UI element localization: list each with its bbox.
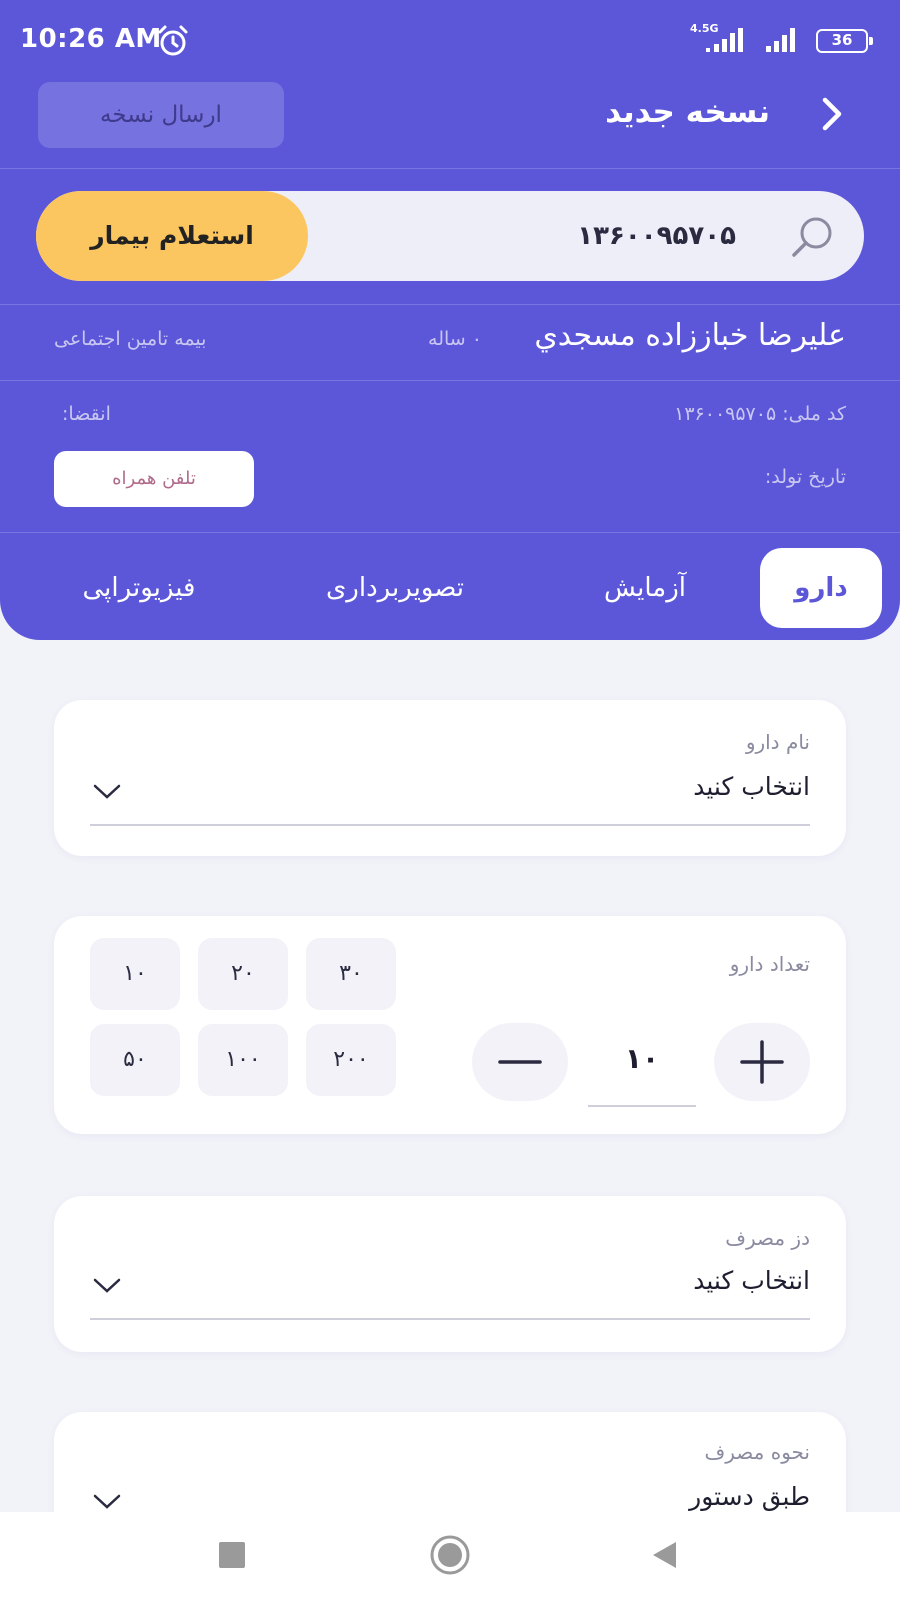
search-icon: [792, 217, 832, 257]
battery-level: 36: [831, 31, 853, 49]
chevron-down-icon[interactable]: [92, 782, 122, 802]
patient-name: عليرضا خباززاده مسجدي: [534, 318, 846, 353]
decrease-quantity-button[interactable]: [472, 1023, 568, 1101]
search-input[interactable]: ۱۳۶۰۰۹۵۷۰۵: [577, 191, 736, 281]
signal-strength-icon: [706, 28, 743, 52]
send-prescription-button[interactable]: ارسال نسخه: [38, 82, 284, 148]
chevron-down-icon[interactable]: [92, 1492, 122, 1512]
mobile-phone-button[interactable]: تلفن همراه: [54, 451, 254, 507]
signal-strength-icon-2: [766, 28, 795, 52]
usage-select[interactable]: طبق دستور: [689, 1482, 810, 1511]
status-time: 10:26 AM: [20, 24, 162, 54]
alarm-icon: [158, 25, 188, 56]
drug-name-label: نام دارو: [745, 730, 810, 754]
quantity-preset-20[interactable]: ۲۰: [198, 938, 288, 1010]
insurance-expiry: انقضا:: [62, 403, 111, 425]
usage-label: نحوه مصرف: [704, 1440, 810, 1464]
plus-icon: [740, 1040, 784, 1084]
patient-age: ۰ ساله: [428, 328, 482, 350]
quantity-preset-200[interactable]: ۲۰۰: [306, 1024, 396, 1096]
increase-quantity-button[interactable]: [714, 1023, 810, 1101]
nav-back-button[interactable]: [650, 1540, 678, 1570]
tab-lab[interactable]: آزمایش: [570, 548, 720, 628]
battery-icon: 36: [816, 29, 873, 53]
quantity-underline: [588, 1105, 696, 1107]
tab-drug[interactable]: دارو: [760, 548, 882, 628]
system-navigation-bar: [0, 1512, 900, 1600]
drug-name-select[interactable]: انتخاب کنید: [693, 772, 810, 801]
tab-imaging[interactable]: تصویربرداری: [300, 548, 490, 628]
field-underline: [90, 824, 810, 826]
drug-quantity-card: تعداد دارو ۱۰ ۲۰ ۳۰ ۵۰ ۱۰۰ ۲۰۰ ۱۰: [54, 916, 846, 1134]
patient-insurance: بیمه تامین اجتماعی: [54, 328, 207, 350]
quantity-value[interactable]: ۱۰: [588, 1042, 696, 1075]
quantity-preset-100[interactable]: ۱۰۰: [198, 1024, 288, 1096]
minus-icon: [498, 1060, 542, 1064]
drug-quantity-label: تعداد دارو: [729, 952, 810, 976]
drug-name-card: نام دارو انتخاب کنید: [54, 700, 846, 856]
chevron-down-icon[interactable]: [92, 1276, 122, 1296]
recent-apps-button[interactable]: [219, 1542, 245, 1568]
dose-label: دز مصرف: [725, 1226, 810, 1250]
divider: [0, 380, 900, 381]
birth-date: تاریخ تولد:: [764, 466, 846, 488]
status-bar: 10:26 AM 4.5G 36: [0, 0, 900, 80]
dose-select[interactable]: انتخاب کنید: [693, 1266, 810, 1295]
patient-inquiry-button[interactable]: استعلام بیمار: [36, 191, 308, 281]
tab-physiotherapy[interactable]: فیزیوتراپی: [54, 548, 224, 628]
page-title: نسخه جدید: [605, 94, 770, 130]
quantity-preset-30[interactable]: ۳۰: [306, 938, 396, 1010]
quantity-preset-50[interactable]: ۵۰: [90, 1024, 180, 1096]
divider: [0, 532, 900, 533]
quantity-preset-10[interactable]: ۱۰: [90, 938, 180, 1010]
back-arrow-icon[interactable]: [815, 96, 851, 132]
app-header: 10:26 AM 4.5G 36 نسخه جدید ارسال نسخه اس…: [0, 0, 900, 640]
dose-card: دز مصرف انتخاب کنید: [54, 1196, 846, 1352]
topbar: نسخه جدید ارسال نسخه: [0, 80, 900, 168]
divider: [0, 168, 900, 169]
search-bar[interactable]: استعلام بیمار ۱۳۶۰۰۹۵۷۰۵: [36, 191, 864, 281]
divider: [0, 304, 900, 305]
field-underline: [90, 1318, 810, 1320]
home-button[interactable]: [429, 1534, 471, 1576]
national-code: کد ملی: ۱۳۶۰۰۹۵۷۰۵: [674, 403, 846, 425]
